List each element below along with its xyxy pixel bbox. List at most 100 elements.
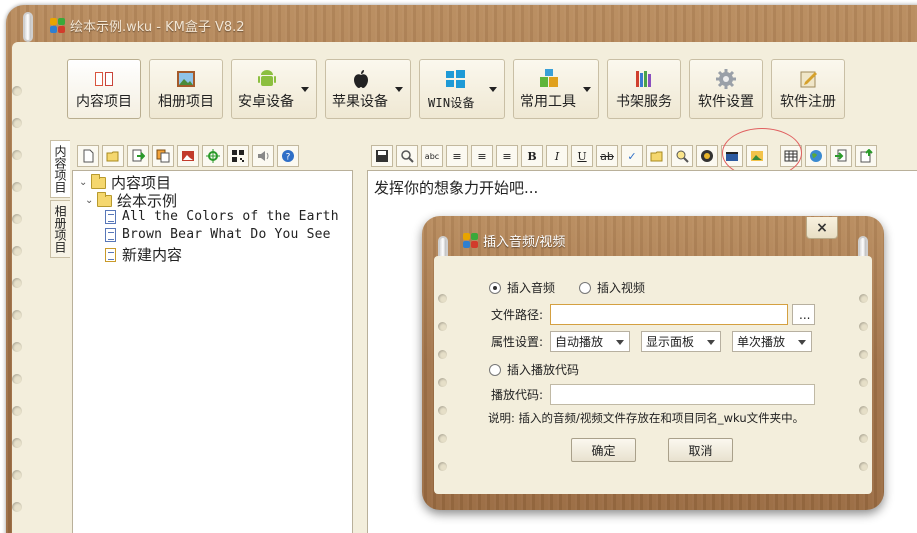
- chevron-down-icon[interactable]: ⌄: [85, 195, 95, 206]
- chevron-down-icon: [798, 340, 806, 345]
- radio-icon[interactable]: [489, 363, 501, 376]
- edit-document-icon: [105, 247, 116, 262]
- insert-audio-icon[interactable]: [696, 145, 718, 167]
- editor-toolbar: abc ≡ ≡ ≡ B I U ab ✓: [368, 143, 917, 169]
- apple-device-button[interactable]: 苹果设备: [325, 59, 411, 119]
- play-code-input[interactable]: [550, 384, 815, 405]
- tree-item[interactable]: Brown Bear What Do You See: [105, 227, 331, 242]
- tab-album-project[interactable]: 相册项目: [50, 200, 70, 258]
- bold-icon[interactable]: B: [521, 145, 543, 167]
- register-icon: [800, 71, 817, 88]
- tree-item[interactable]: 新建内容: [105, 244, 182, 265]
- app-logo-icon: [50, 17, 65, 33]
- software-settings-button[interactable]: 软件设置: [689, 59, 763, 119]
- dialog-close-button[interactable]: ×: [806, 217, 838, 239]
- export-icon[interactable]: [830, 145, 852, 167]
- autoplay-select[interactable]: 自动播放: [550, 331, 630, 352]
- android-device-label: 安卓设备: [238, 94, 294, 110]
- import-icon[interactable]: [127, 145, 149, 167]
- blocks-icon: [540, 69, 558, 87]
- target-icon[interactable]: [202, 145, 224, 167]
- open-folder-icon[interactable]: [102, 145, 124, 167]
- strikethrough-icon[interactable]: ab: [596, 145, 618, 167]
- radio-insert-code[interactable]: 插入播放代码: [489, 361, 579, 378]
- chevron-down-icon: [583, 87, 591, 92]
- new-file-icon[interactable]: [77, 145, 99, 167]
- repeat-select[interactable]: 单次播放: [732, 331, 812, 352]
- spellcheck-icon[interactable]: abc: [421, 145, 443, 167]
- side-tabs: 内容项目 相册项目: [50, 140, 70, 260]
- help-icon[interactable]: ?: [277, 145, 299, 167]
- bookshelf-service-button[interactable]: 书架服务: [607, 59, 681, 119]
- tree-folder[interactable]: ⌄ 绘本示例: [85, 190, 177, 211]
- binder-ring-icon: [23, 12, 33, 42]
- document-icon: [105, 227, 116, 242]
- browse-button[interactable]: ...: [792, 304, 815, 325]
- bullet-icon[interactable]: ✓: [621, 145, 643, 167]
- cancel-button[interactable]: 取消: [668, 438, 733, 462]
- tree-folder-label: 绘本示例: [117, 192, 178, 210]
- file-path-row: 文件路径: ...: [491, 304, 815, 325]
- software-settings-label: 软件设置: [698, 94, 754, 110]
- main-toolbar: 内容项目 相册项目 安卓设备 苹果设备 WIN设备 常用工具 书架服务 软件设置…: [67, 59, 845, 119]
- photo-album-icon: [177, 71, 195, 87]
- common-tools-button[interactable]: 常用工具: [513, 59, 599, 119]
- file-path-input[interactable]: [550, 304, 788, 325]
- chevron-down-icon: [616, 340, 624, 345]
- tab-content-project[interactable]: 内容项目: [50, 140, 70, 198]
- tree-item-label: Brown Bear What Do You See: [122, 227, 331, 242]
- copy-icon[interactable]: [152, 145, 174, 167]
- find-icon[interactable]: [396, 145, 418, 167]
- underline-icon[interactable]: U: [571, 145, 593, 167]
- book-icon: [95, 72, 113, 86]
- content-project-label: 内容项目: [76, 94, 132, 110]
- radio-icon[interactable]: [579, 281, 591, 294]
- qr-code-icon[interactable]: [227, 145, 249, 167]
- radio-insert-audio[interactable]: 插入音频: [489, 279, 555, 296]
- android-icon: [258, 70, 276, 86]
- apple-icon: [354, 70, 368, 88]
- dialog-title: 插入音频/视频: [483, 234, 566, 250]
- paper-binding: [12, 60, 26, 533]
- ok-button[interactable]: 确定: [571, 438, 636, 462]
- android-device-button[interactable]: 安卓设备: [231, 59, 317, 119]
- window-title: 绘本示例.wku - KM盒子 V8.2: [70, 19, 245, 35]
- folder-icon: [97, 191, 112, 207]
- tree-item[interactable]: All the Colors of the Earth: [105, 209, 339, 224]
- radio-insert-code-label: 插入播放代码: [507, 363, 580, 377]
- file-path-label: 文件路径:: [491, 308, 544, 322]
- chevron-down-icon[interactable]: ⌄: [79, 177, 89, 188]
- save-icon[interactable]: [371, 145, 393, 167]
- zoom-icon[interactable]: [671, 145, 693, 167]
- tree-toolbar: ?: [73, 143, 353, 169]
- album-project-button[interactable]: 相册项目: [149, 59, 223, 119]
- radio-selected-icon[interactable]: [489, 281, 501, 294]
- radio-insert-audio-label: 插入音频: [507, 281, 556, 295]
- folder-insert-icon[interactable]: [646, 145, 668, 167]
- chevron-down-icon: [301, 87, 309, 92]
- dialog-binding: [438, 256, 448, 494]
- editor-placeholder: 发挥你的想象力开始吧...: [374, 179, 539, 197]
- win-device-button[interactable]: WIN设备: [419, 59, 505, 119]
- content-project-button[interactable]: 内容项目: [67, 59, 141, 119]
- speaker-icon[interactable]: [252, 145, 274, 167]
- upload-icon[interactable]: [855, 145, 877, 167]
- code-label: 播放代码:: [491, 388, 544, 402]
- globe-icon[interactable]: [805, 145, 827, 167]
- dialog-binding: [859, 256, 869, 494]
- radio-insert-video[interactable]: 插入视频: [579, 279, 645, 296]
- italic-icon[interactable]: I: [546, 145, 568, 167]
- bookshelf-service-label: 书架服务: [616, 94, 672, 110]
- code-row: 播放代码:: [491, 384, 815, 405]
- align-center-icon[interactable]: ≡: [471, 145, 493, 167]
- software-register-button[interactable]: 软件注册: [771, 59, 845, 119]
- document-icon: [105, 209, 116, 224]
- align-right-icon[interactable]: ≡: [496, 145, 518, 167]
- align-left-icon[interactable]: ≡: [446, 145, 468, 167]
- insert-media-dialog: 插入音频/视频 × 插入音频 插入视频 文件路径: ... 属性设置: 自动播放…: [422, 216, 884, 510]
- chevron-down-icon: [489, 87, 497, 92]
- image-icon[interactable]: [177, 145, 199, 167]
- panel-select[interactable]: 显示面板: [641, 331, 721, 352]
- album-project-label: 相册项目: [158, 94, 214, 110]
- chevron-down-icon: [395, 87, 403, 92]
